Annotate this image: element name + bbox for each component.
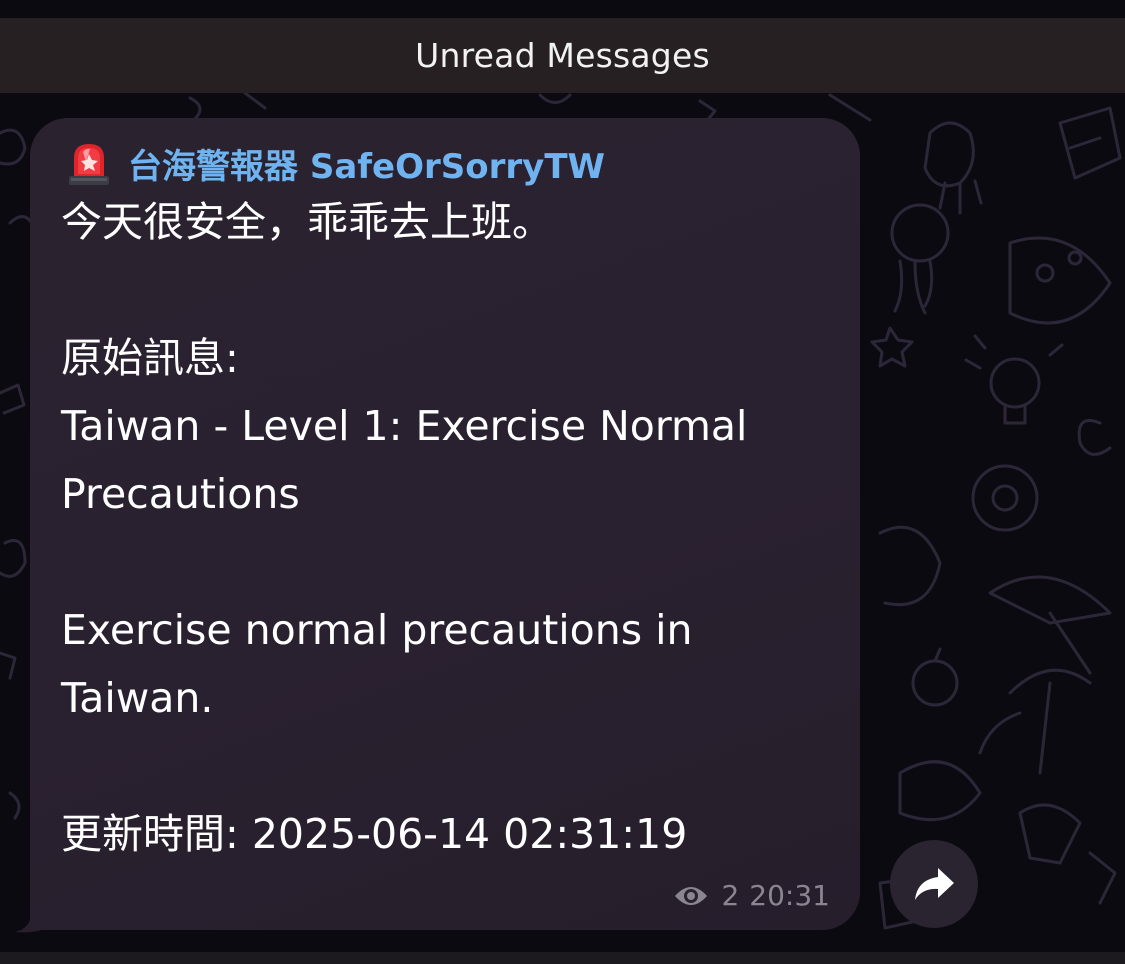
line-break — [61, 528, 841, 596]
police-siren-icon — [66, 140, 112, 186]
unread-messages-divider: Unread Messages — [0, 18, 1125, 93]
message-bubble[interactable]: 台海警報器 SafeOrSorryTW 今天很安全，乖乖去上班。 原始訊息: T… — [30, 118, 860, 930]
line-break — [61, 732, 841, 800]
message-line: Taiwan - Level 1: Exercise Normal — [61, 402, 748, 450]
bottom-strip — [0, 952, 1125, 964]
message-line: Exercise normal precautions in — [61, 606, 693, 654]
share-button[interactable] — [890, 840, 978, 928]
line-break — [61, 256, 841, 324]
sender-name[interactable]: 台海警報器 SafeOrSorryTW — [128, 139, 605, 188]
eye-icon — [675, 886, 708, 905]
message-line: Taiwan. — [61, 674, 214, 722]
message-sender[interactable]: 台海警報器 SafeOrSorryTW — [66, 139, 605, 188]
message-meta: 2 20:31 — [673, 879, 830, 912]
message-line: 原始訊息: — [61, 334, 239, 382]
message-body: 今天很安全，乖乖去上班。 原始訊息: Taiwan - Level 1: Exe… — [61, 188, 841, 868]
message-line: 更新時間: 2025-06-14 02:31:19 — [61, 810, 688, 858]
top-strip — [0, 0, 1125, 18]
message-time: 20:31 — [749, 879, 830, 912]
message-line: Precautions — [61, 470, 300, 518]
message-line: 今天很安全，乖乖去上班。 — [61, 198, 553, 246]
share-arrow-icon — [915, 868, 954, 900]
unread-messages-label: Unread Messages — [415, 36, 710, 75]
view-count: 2 — [721, 879, 740, 912]
